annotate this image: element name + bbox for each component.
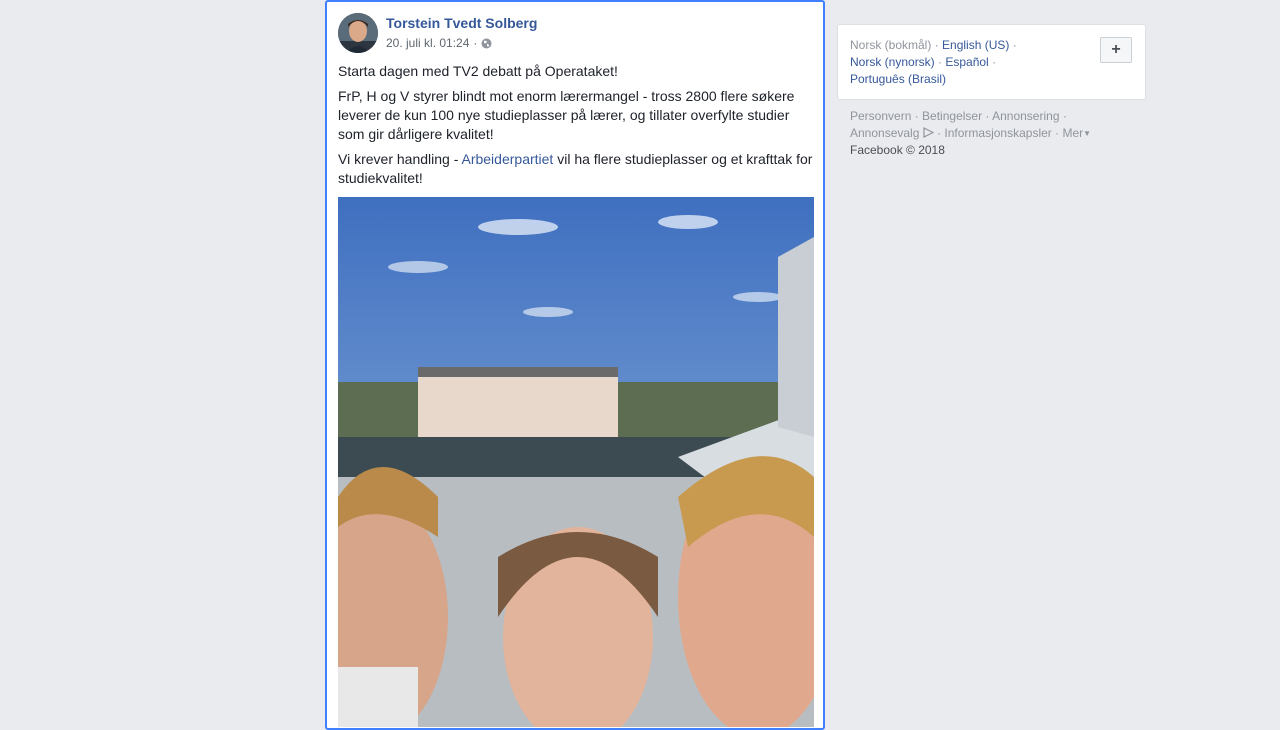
add-language-button[interactable]: +	[1100, 37, 1132, 63]
author-name-link[interactable]: Torstein Tvedt Solberg	[386, 15, 537, 31]
post-paragraph: FrP, H og V styrer blindt mot enorm lære…	[338, 88, 795, 142]
footer-link-betingelser[interactable]: Betingelser	[922, 109, 982, 123]
paragraph-text: Vi krever handling -	[338, 151, 462, 167]
current-language: Norsk (bokmål)	[850, 38, 932, 52]
adchoices-icon[interactable]	[923, 126, 935, 138]
footer-link-mer[interactable]: Mer	[1062, 126, 1083, 140]
arbeiderpartiet-link[interactable]: Arbeiderpartiet	[461, 151, 553, 167]
language-list: Norsk (bokmål) · English (US) · Norsk (n…	[850, 38, 1017, 86]
footer-links: Personvern · Betingelser · Annonsering ·…	[850, 109, 1092, 157]
post-timestamp[interactable]: 20. juli kl. 01:24	[386, 36, 469, 50]
meta-separator: ·	[473, 36, 478, 50]
post-meta: 20. juli kl. 01:24 ·	[386, 36, 492, 50]
footer-link-annonsevalg[interactable]: Annonsevalg	[850, 126, 919, 140]
avatar[interactable]	[338, 13, 378, 53]
language-selector-card: Norsk (bokmål) · English (US) · Norsk (n…	[837, 24, 1146, 100]
footer-link-informasjonskapsler[interactable]: Informasjonskapsler	[944, 126, 1051, 140]
language-portugues-brasil[interactable]: Português (Brasil)	[850, 72, 946, 86]
globe-icon[interactable]	[481, 38, 492, 49]
language-espanol[interactable]: Español	[945, 55, 988, 69]
post-photo[interactable]	[338, 197, 814, 727]
language-english-us[interactable]: English (US)	[942, 38, 1009, 52]
post-header: Torstein Tvedt Solberg 20. juli kl. 01:2…	[338, 13, 808, 53]
post-paragraph: Starta dagen med TV2 debatt på Operatake…	[338, 63, 618, 79]
language-norsk-nynorsk[interactable]: Norsk (nynorsk)	[850, 55, 935, 69]
copyright: Facebook © 2018	[850, 143, 945, 157]
footer-link-annonsering[interactable]: Annonsering	[992, 109, 1059, 123]
post-card: Torstein Tvedt Solberg 20. juli kl. 01:2…	[325, 0, 825, 730]
caret-down-icon[interactable]: ▼	[1083, 125, 1091, 142]
post-paragraph: Vi krever handling - Arbeiderpartiet vil…	[338, 150, 818, 188]
post-text: Starta dagen med TV2 debatt på Operatake…	[338, 62, 818, 194]
footer-link-personvern[interactable]: Personvern	[850, 109, 911, 123]
